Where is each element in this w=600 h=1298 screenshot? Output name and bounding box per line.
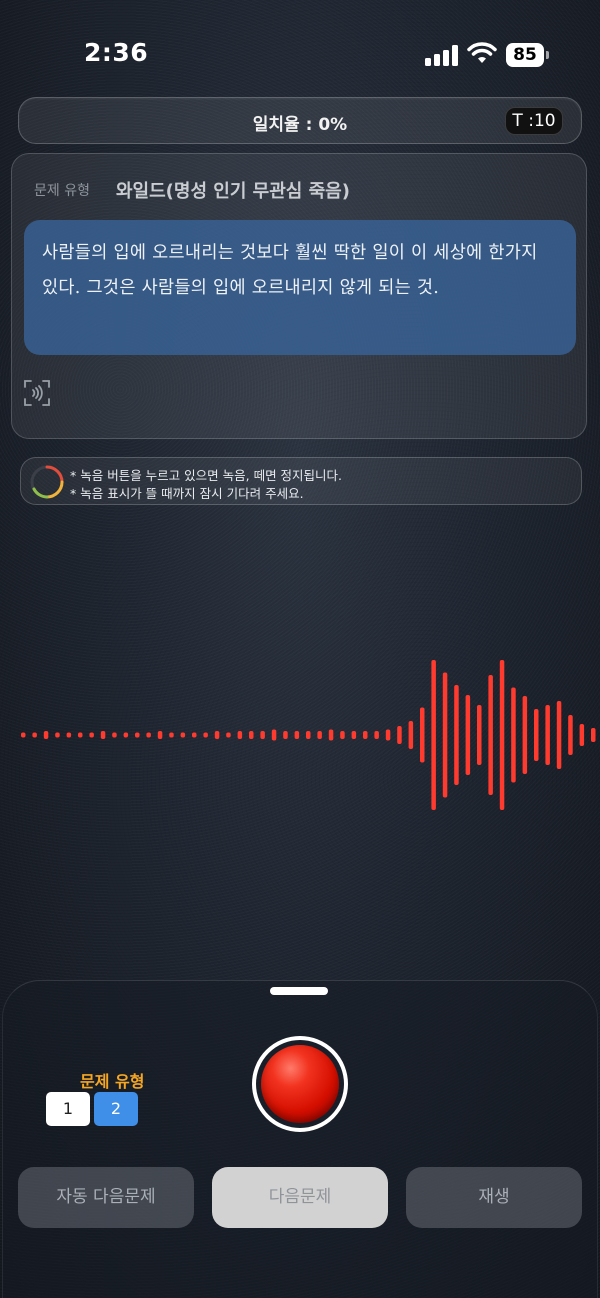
status-time: 2:36	[84, 38, 149, 67]
bottom-control-panel	[2, 980, 598, 1298]
question-type-label: 문제 유형	[34, 183, 90, 199]
waveform-bar	[226, 732, 231, 738]
hint-line-2: * 녹음 표시가 뜰 때까지 잠시 기다려 주세요.	[70, 486, 304, 501]
waveform-bar	[78, 732, 83, 738]
waveform-bar	[192, 732, 197, 738]
waveform-bar	[397, 726, 402, 744]
waveform-bar	[579, 724, 585, 746]
waveform-bar	[180, 732, 186, 738]
waveform-bar	[499, 660, 505, 810]
waveform-bar	[591, 728, 596, 742]
waveform-bar	[420, 707, 425, 763]
waveform-bar	[237, 731, 243, 739]
waveform-bar	[203, 732, 208, 738]
waveform-bar	[260, 731, 265, 739]
match-rate-bar: 일치율 : 0% T :10	[18, 97, 582, 144]
wifi-icon	[467, 42, 497, 63]
waveform-bar	[351, 731, 357, 739]
waveform-bar	[385, 729, 391, 741]
question-card: 문제 유형 와일드(명성 인기 무관심 죽음) 사람들의 입에 오르내리는 것보…	[11, 153, 587, 439]
voice-recognition-icon[interactable]	[23, 379, 51, 407]
battery-icon: 85	[506, 43, 549, 67]
waveform-bar	[488, 675, 493, 795]
waveform-bar	[21, 732, 26, 738]
waveform-bar	[66, 732, 72, 738]
type-selector-title: 문제 유형	[80, 1072, 145, 1091]
status-bar: 2:36 85	[0, 0, 600, 100]
drag-handle[interactable]	[270, 987, 328, 995]
waveform-bar	[340, 731, 345, 739]
waveform-bar	[511, 687, 516, 783]
signal-icon	[425, 44, 459, 66]
audio-waveform	[21, 660, 596, 810]
waveform-bar	[169, 732, 174, 738]
waveform-bar	[328, 729, 334, 741]
record-icon	[261, 1045, 339, 1123]
waveform-bar	[271, 729, 277, 741]
waveform-bar	[146, 732, 151, 738]
record-button[interactable]	[252, 1036, 348, 1132]
waveform-bar	[214, 731, 220, 739]
hint-line-1: * 녹음 버튼을 누르고 있으면 녹음, 떼면 정지됩니다.	[70, 468, 343, 483]
quote-text: 사람들의 입에 오르내리는 것보다 훨씬 딱한 일이 이 세상에 한가지 있다.…	[24, 220, 576, 355]
waveform-bar	[317, 731, 322, 739]
waveform-bar	[157, 731, 163, 739]
waveform-bar	[556, 701, 562, 769]
waveform-bar	[112, 732, 117, 738]
waveform-bar	[32, 732, 37, 738]
waveform-bar	[135, 732, 140, 738]
waveform-bar	[465, 695, 471, 775]
waveform-bar	[249, 731, 254, 739]
waveform-bar	[477, 705, 482, 765]
recording-hint-bar: * 녹음 버튼을 누르고 있으면 녹음, 떼면 정지됩니다. * 녹음 표시가 …	[20, 457, 582, 505]
waveform-bar	[545, 705, 550, 765]
waveform-bar	[522, 696, 528, 774]
loading-spinner-icon	[30, 465, 64, 499]
type-option-1[interactable]: 1	[46, 1092, 90, 1126]
waveform-bar	[100, 731, 106, 739]
waveform-bar	[283, 731, 288, 739]
play-button[interactable]: 재생	[406, 1167, 582, 1228]
auto-next-button[interactable]: 자동 다음문제	[18, 1167, 194, 1228]
waveform-bar	[123, 732, 129, 738]
waveform-bar	[408, 721, 414, 749]
waveform-bar	[43, 731, 49, 739]
waveform-bar	[431, 660, 436, 810]
waveform-bar	[374, 731, 379, 739]
waveform-bar	[55, 732, 60, 738]
question-type-value: 와일드(명성 인기 무관심 죽음)	[116, 181, 350, 202]
next-question-button[interactable]: 다음문제	[212, 1167, 388, 1228]
waveform-bar	[442, 672, 448, 798]
waveform-bar	[294, 731, 300, 739]
waveform-bar	[454, 685, 459, 785]
waveform-bar	[568, 715, 573, 755]
match-rate-label: 일치율 : 0%	[252, 115, 348, 135]
waveform-bar	[534, 709, 539, 761]
timer-badge: T :10	[505, 107, 563, 135]
waveform-bar	[363, 731, 368, 739]
type-option-2[interactable]: 2	[94, 1092, 138, 1126]
waveform-bar	[306, 731, 311, 739]
waveform-bar	[89, 732, 94, 738]
